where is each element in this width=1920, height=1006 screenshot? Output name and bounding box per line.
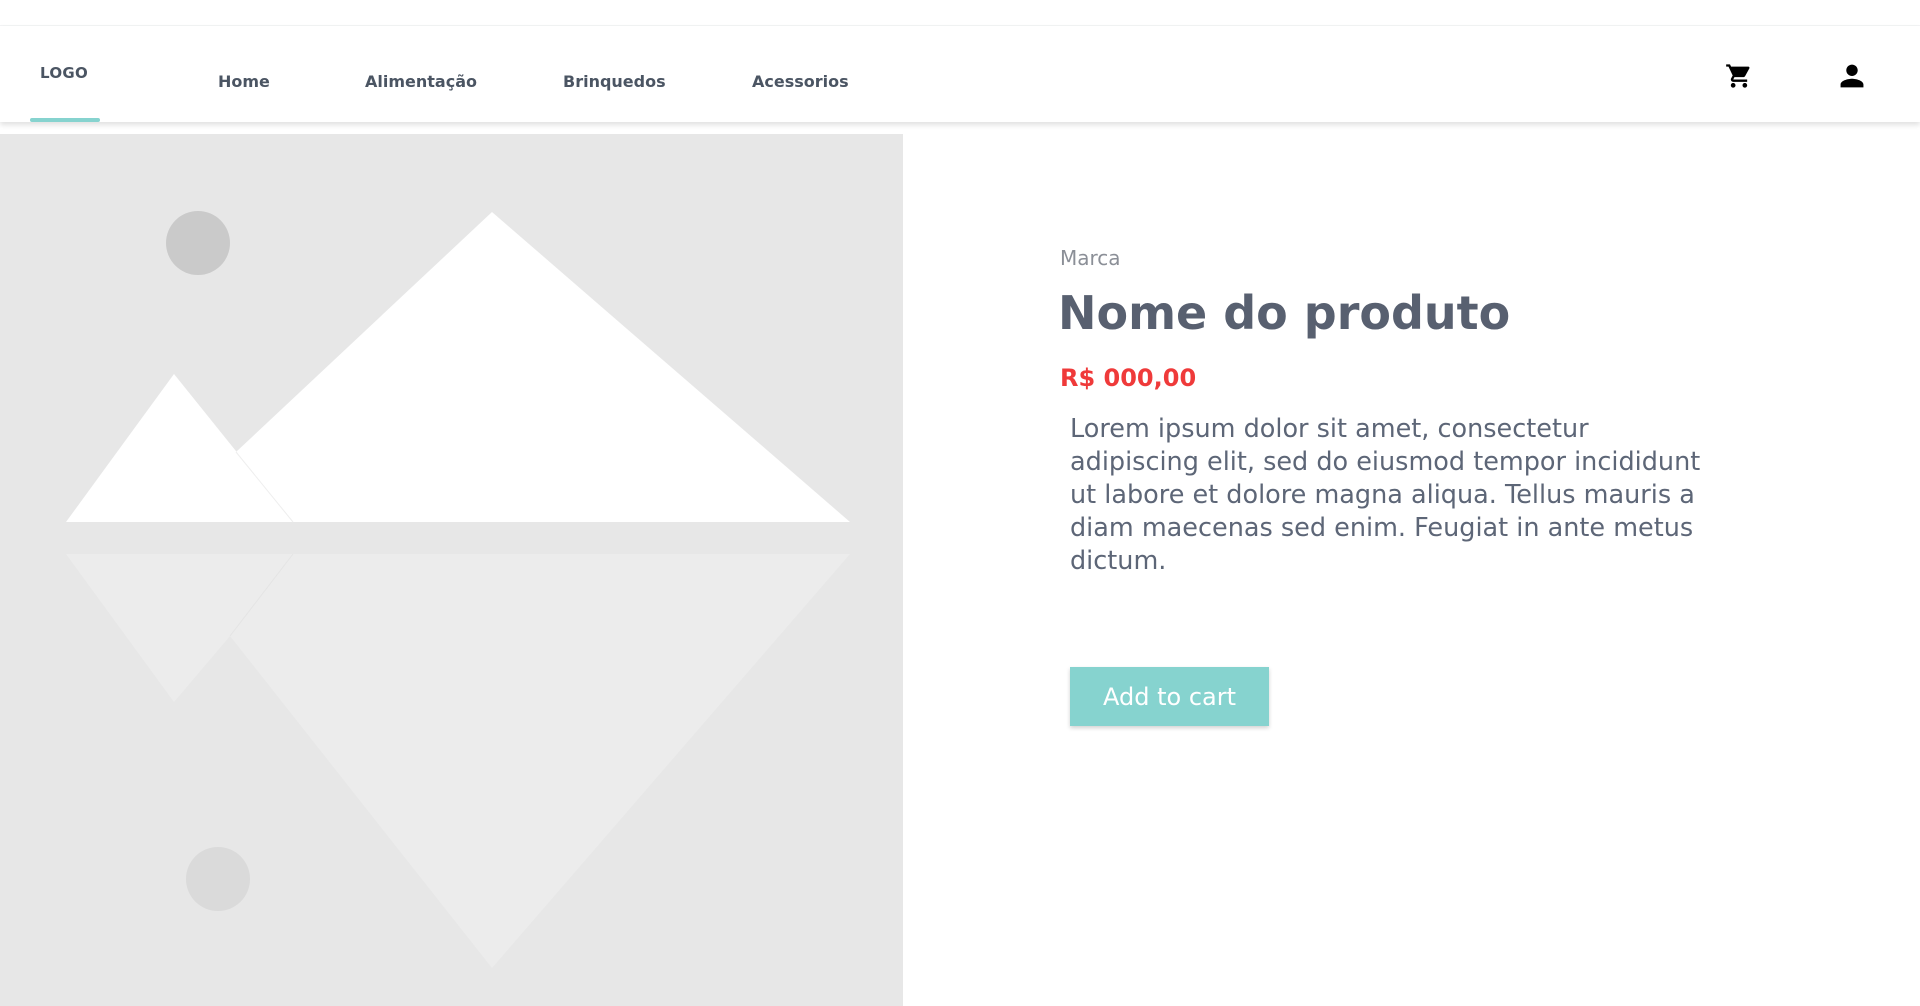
- logo: LOGO: [40, 64, 89, 82]
- nav-item-acessorios[interactable]: Acessorios: [752, 72, 849, 91]
- cart-icon: [1726, 64, 1750, 88]
- top-strip: [0, 0, 1920, 26]
- product-brand: Marca: [1060, 246, 1121, 270]
- navbar: LOGO Home Alimentação Brinquedos Acessor…: [0, 26, 1920, 122]
- logo-link[interactable]: LOGO: [30, 26, 100, 122]
- user-button[interactable]: [1832, 56, 1872, 96]
- user-icon: [1840, 64, 1864, 88]
- active-indicator: [30, 118, 100, 122]
- product-description: Lorem ipsum dolor sit amet, consectetur …: [1070, 414, 1701, 576]
- cart-button[interactable]: [1719, 56, 1759, 96]
- nav-item-home[interactable]: Home: [218, 72, 270, 91]
- nav-item-brinquedos[interactable]: Brinquedos: [563, 72, 666, 91]
- add-to-cart-button[interactable]: Add to cart: [1070, 667, 1269, 726]
- product-price: R$ 000,00: [1060, 364, 1197, 392]
- image-placeholder-icon: [0, 134, 903, 1006]
- product-image: [0, 134, 903, 1006]
- product-name: Nome do produto: [1058, 286, 1511, 340]
- nav-item-alimentacao[interactable]: Alimentação: [365, 72, 477, 91]
